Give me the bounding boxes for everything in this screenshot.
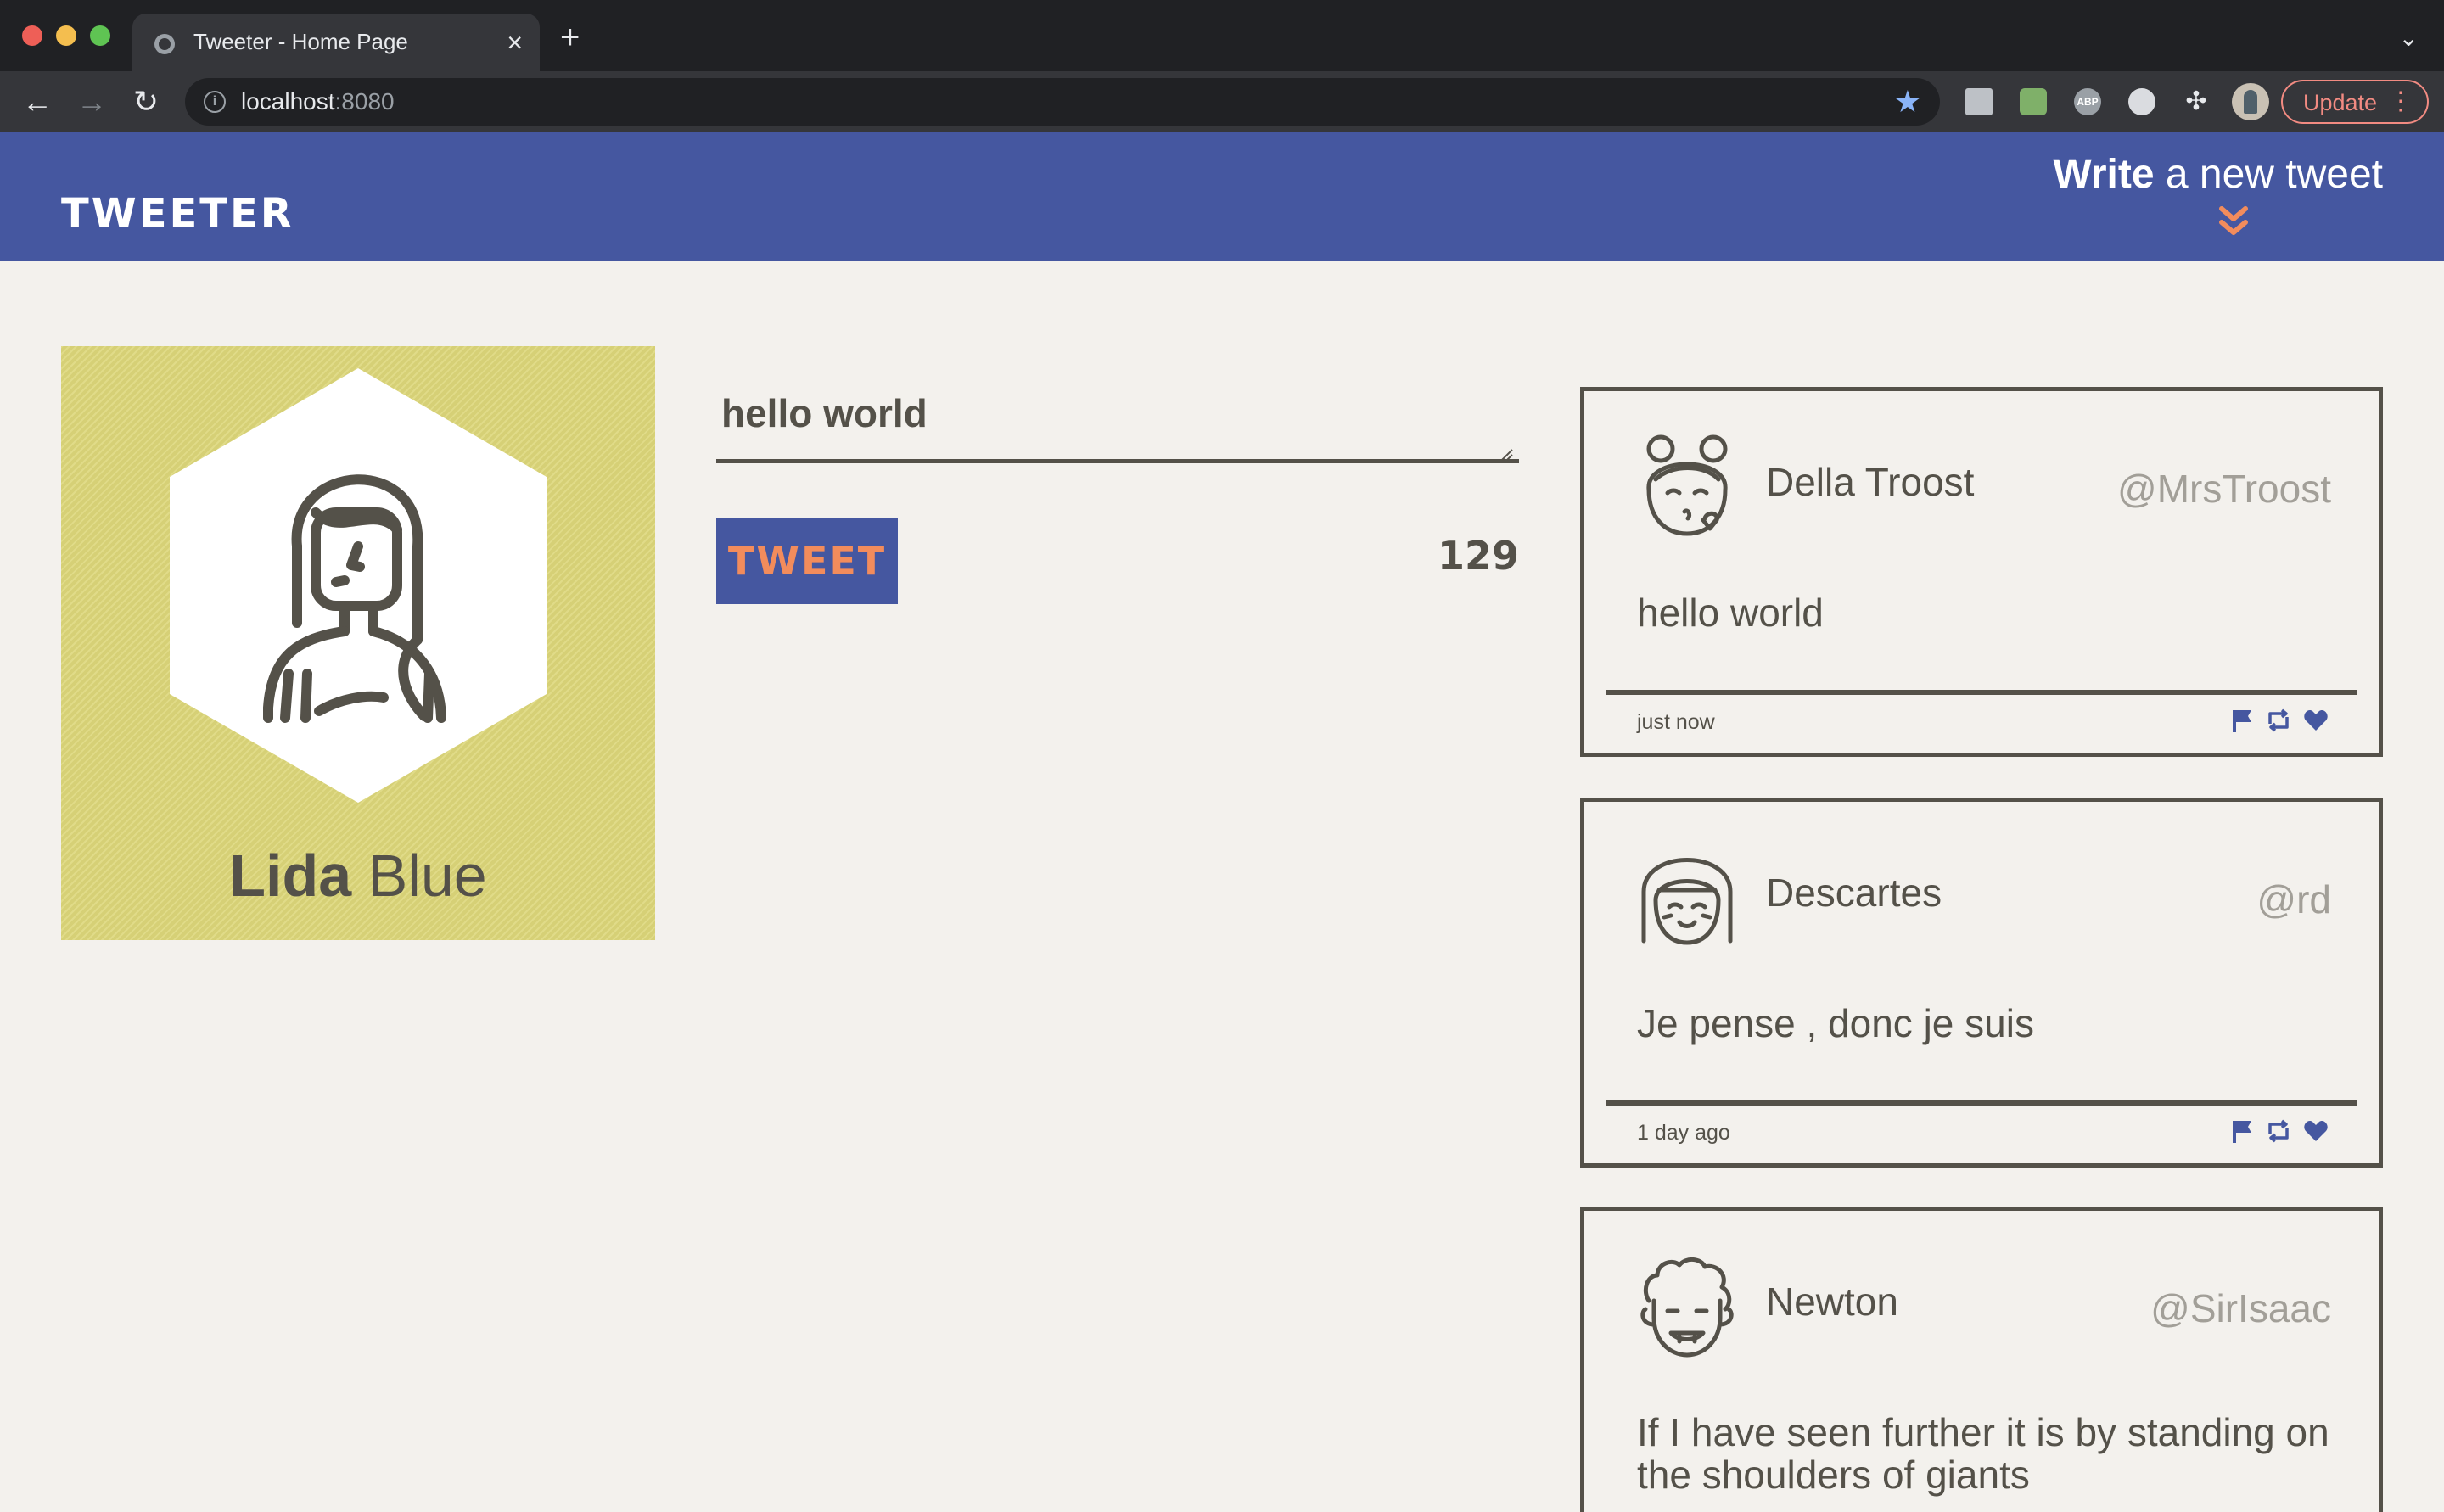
woman-avatar-icon <box>170 368 547 803</box>
back-arrow-icon[interactable]: ← <box>17 81 58 122</box>
maximize-window-button[interactable] <box>90 25 110 46</box>
brand-logo[interactable]: Tweeter <box>61 190 294 238</box>
profile-card: Lida Blue <box>61 346 655 940</box>
double-chevron-down-icon[interactable] <box>2217 205 2251 239</box>
tweet-author-name: Newton <box>1766 1280 1898 1324</box>
tweet-text-input[interactable] <box>716 382 1519 463</box>
browser-tab-bar: Tweeter - Home Page × + ⌄ <box>0 0 2444 71</box>
forward-arrow-icon[interactable]: → <box>71 81 112 122</box>
tweet-body: hello world <box>1637 591 1824 635</box>
tab-title: Tweeter - Home Page <box>193 29 408 54</box>
profile-avatar[interactable] <box>2232 83 2269 120</box>
new-tab-icon[interactable]: + <box>560 20 580 54</box>
adblock-icon[interactable]: ABP <box>2074 88 2101 115</box>
update-button[interactable]: Update ⋮ <box>2281 80 2429 124</box>
url-host: localhost <box>241 88 335 115</box>
browser-tab[interactable]: Tweeter - Home Page × <box>132 14 540 71</box>
globe-icon <box>154 34 175 54</box>
tweet-divider <box>1606 690 2357 695</box>
flag-icon[interactable] <box>2229 707 2256 734</box>
compose-toggle-rest: a new tweet <box>2154 152 2383 197</box>
close-window-button[interactable] <box>22 25 42 46</box>
tweet-author-name: Della Troost <box>1766 460 1975 504</box>
tweet-timestamp: 1 day ago <box>1637 1121 1730 1145</box>
tweet-submit-button[interactable]: Tweet <box>716 518 898 604</box>
tweet-timestamp: just now <box>1637 710 1715 734</box>
heart-icon[interactable] <box>2302 707 2329 734</box>
tweet-card: Della Troost @MrsTroost hello world just… <box>1580 387 2383 757</box>
ghostery-icon[interactable] <box>2128 88 2155 115</box>
update-label: Update <box>2303 90 2378 115</box>
url-text: localhost:8080 <box>241 88 395 115</box>
site-header: Tweeter Write a new tweet <box>0 132 2444 261</box>
kissing-girl-avatar-icon <box>1646 434 1728 536</box>
browser-toolbar: ← → ↻ i localhost:8080 ★ ABP ✣ Update ⋮ <box>0 71 2444 132</box>
tweet-author-name: Descartes <box>1766 871 1942 915</box>
smiling-girl-avatar-icon <box>1641 858 1733 945</box>
profile-name: Lida Blue <box>61 842 655 910</box>
url-port: :8080 <box>334 88 395 115</box>
site-info-icon[interactable]: i <box>204 91 226 113</box>
write-new-tweet-toggle[interactable]: Write a new tweet <box>2053 151 2383 198</box>
flag-icon[interactable] <box>2229 1117 2256 1145</box>
curly-hair-man-avatar-icon <box>1640 1257 1734 1358</box>
profile-last-name: Blue <box>351 843 487 909</box>
tweet-author-handle: @rd <box>2256 877 2331 921</box>
tweet-author-handle: @MrsTroost <box>2117 467 2331 511</box>
address-bar[interactable]: i localhost:8080 ★ <box>185 78 1940 126</box>
tweet-card: Descartes @rd Je pense , donc je suis 1 … <box>1580 798 2383 1168</box>
reload-icon[interactable]: ↻ <box>126 81 166 122</box>
more-menu-icon[interactable]: ⋮ <box>2388 85 2413 119</box>
tweet-divider <box>1606 1100 2357 1106</box>
tweet-actions <box>2229 1117 2331 1148</box>
bookmark-star-icon[interactable]: ★ <box>1894 85 1921 119</box>
page-icon[interactable] <box>1965 88 1993 115</box>
tweet-card: Newton @SirIsaac If I have seen further … <box>1580 1207 2383 1512</box>
resize-handle-icon[interactable] <box>1500 448 1514 462</box>
tweet-author-handle: @SirIsaac <box>2150 1286 2331 1330</box>
tweet-actions <box>2229 707 2331 737</box>
tab-search-chevron-icon[interactable]: ⌄ <box>2399 24 2419 52</box>
compose-toggle-strong: Write <box>2053 152 2155 197</box>
heart-icon[interactable] <box>2302 1117 2329 1145</box>
retweet-icon[interactable] <box>2265 707 2292 734</box>
profile-first-name: Lida <box>229 843 352 909</box>
close-tab-icon[interactable]: × <box>507 25 523 59</box>
extensions-puzzle-icon[interactable]: ✣ <box>2183 88 2210 115</box>
tweet-body: Je pense , donc je suis <box>1637 1001 2034 1045</box>
retweet-icon[interactable] <box>2265 1117 2292 1145</box>
image-extension-icon[interactable] <box>2020 88 2047 115</box>
character-counter: 129 <box>1437 533 1519 579</box>
tweet-body: If I have seen further it is by standing… <box>1637 1410 2329 1497</box>
minimize-window-button[interactable] <box>56 25 76 46</box>
